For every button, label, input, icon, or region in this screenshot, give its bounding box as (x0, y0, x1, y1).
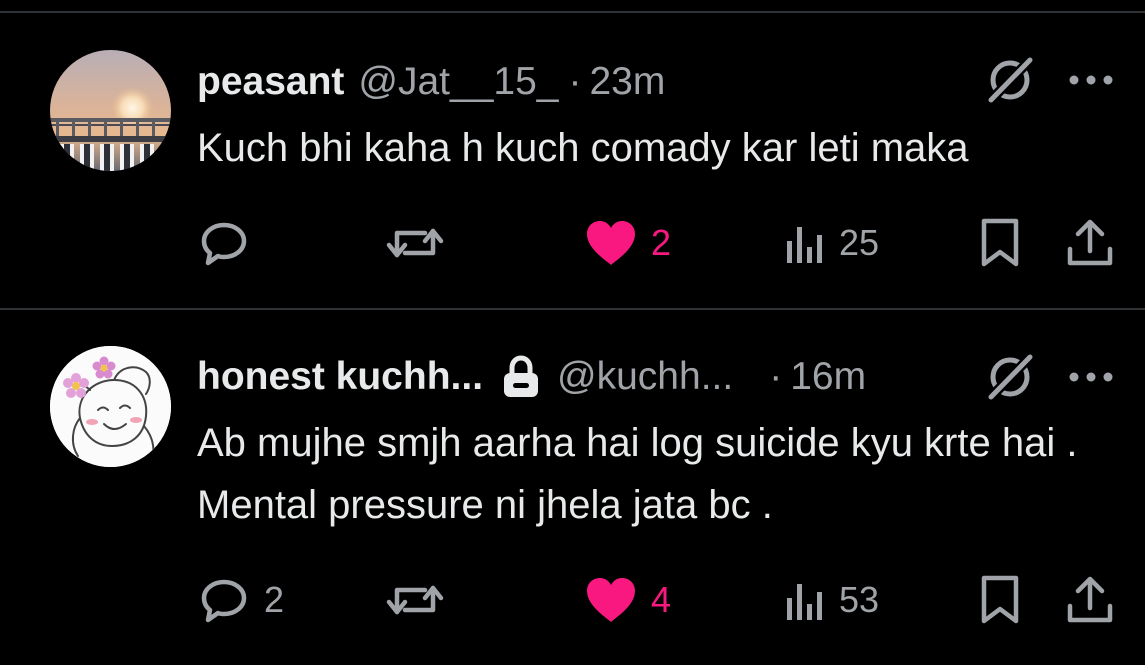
timestamp[interactable]: 16m (790, 355, 866, 399)
avatar[interactable] (50, 50, 171, 171)
like-count: 4 (651, 579, 672, 620)
heart-icon (587, 221, 635, 265)
sunset-bridge-photo (50, 50, 171, 171)
user-handle[interactable]: @kuchh... (557, 355, 733, 399)
bookmark-icon (981, 575, 1019, 624)
repost-button[interactable] (385, 213, 459, 273)
like-count: 2 (651, 222, 672, 263)
lock-icon (501, 355, 541, 399)
timestamp[interactable]: 23m (589, 60, 665, 104)
share-button[interactable] (1066, 570, 1114, 630)
display-name[interactable]: honest kuchh... (197, 355, 483, 399)
bookmark-button[interactable] (979, 213, 1021, 273)
repost-icon (386, 585, 444, 615)
like-button[interactable]: 2 (585, 213, 671, 273)
views-button[interactable]: 53 (785, 570, 879, 630)
post-header: peasant @Jat__15_ · 23m (197, 54, 665, 110)
reply-count: 2 (264, 579, 285, 620)
heart-icon (587, 578, 635, 622)
post-text: Kuch bhi kaha h kuch comady kar leti mak… (197, 126, 969, 170)
post-divider (0, 308, 1145, 310)
share-icon (1067, 219, 1113, 266)
view-count: 25 (839, 222, 880, 263)
top-divider (0, 11, 1145, 13)
display-name[interactable]: peasant (197, 60, 344, 104)
views-icon (787, 227, 822, 263)
bookmark-icon (981, 218, 1019, 267)
views-button[interactable]: 25 (785, 213, 879, 273)
like-button[interactable]: 4 (585, 570, 671, 630)
doodle-face-with-flowers (50, 346, 171, 467)
separator-dot: · (568, 60, 582, 103)
repost-button[interactable] (385, 570, 459, 630)
post-header: honest kuchh... @kuchh... · 16m (197, 349, 866, 405)
action-bar: 2 4 53 (0, 570, 1145, 630)
more-icon[interactable] (1063, 349, 1119, 405)
avatar[interactable] (50, 346, 171, 467)
user-handle[interactable]: @Jat__15_ (358, 60, 558, 104)
grok-icon[interactable] (982, 52, 1038, 108)
more-icon[interactable] (1063, 52, 1119, 108)
view-count: 53 (839, 579, 880, 620)
reply-button[interactable]: 2 (198, 570, 284, 630)
action-bar: 2 25 (0, 213, 1145, 273)
repost-icon (386, 228, 444, 258)
bookmark-button[interactable] (979, 570, 1021, 630)
reply-icon (201, 222, 247, 266)
share-icon (1067, 576, 1113, 623)
grok-icon[interactable] (982, 349, 1038, 405)
reply-icon (201, 579, 247, 623)
share-button[interactable] (1066, 213, 1114, 273)
views-icon (787, 584, 822, 620)
separator-dot: · (769, 355, 783, 398)
post-text: Ab mujhe smjh aarha hai log suicide kyu … (197, 421, 1078, 527)
reply-button[interactable] (198, 213, 264, 273)
